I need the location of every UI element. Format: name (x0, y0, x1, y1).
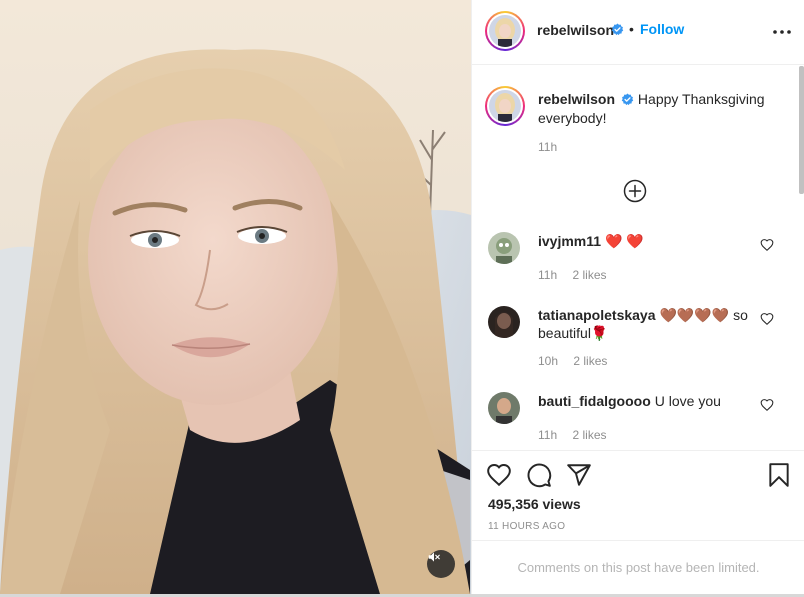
comment-text-block: tatianapoletskaya 🤎🤎🤎🤎 so beautiful🌹 (538, 306, 753, 342)
share-send-icon[interactable] (566, 462, 592, 488)
comment-likes[interactable]: 2 likes (572, 268, 606, 282)
like-heart-icon[interactable] (486, 462, 512, 488)
comment-time[interactable]: 10h (538, 354, 558, 368)
caption-time[interactable]: 11h (538, 140, 557, 154)
caption-username[interactable]: rebelwilson (538, 91, 615, 107)
commenter-username[interactable]: ivyjmm11 (538, 233, 601, 249)
save-bookmark-icon[interactable] (766, 462, 792, 488)
load-more-comments-icon[interactable] (623, 179, 647, 203)
verified-badge-icon (621, 93, 634, 106)
avatar-image (488, 306, 520, 338)
comment-bubble-icon[interactable] (526, 462, 552, 488)
comment-item: bauti_fidalgoooo U love you 11h 2 likes (472, 392, 804, 450)
comment-text-block: bauti_fidalgoooo U love you (538, 392, 753, 410)
avatar-image (489, 90, 521, 122)
post-actions: 495,356 views 11 HOURS AGO (472, 450, 804, 540)
speaker-muted-icon (428, 552, 440, 562)
comments-limited-text: Comments on this post have been limited. (517, 560, 760, 575)
post-details-panel: rebelwilson • Follow rebelwilson Happy T… (471, 0, 804, 594)
commenter-avatar[interactable] (488, 232, 520, 264)
video-frame (0, 0, 471, 594)
follow-button[interactable]: Follow (640, 21, 684, 37)
view-count[interactable]: 495,356 views (488, 496, 581, 512)
comment-time[interactable]: 11h (538, 428, 557, 442)
commenter-username[interactable]: bauti_fidalgoooo (538, 393, 651, 409)
commenter-avatar[interactable] (488, 392, 520, 424)
comment-meta: 11h 2 likes (538, 268, 619, 282)
comment-likes[interactable]: 2 likes (573, 354, 607, 368)
comment-text-block: ivyjmm11 ❤️ ❤️ (538, 232, 753, 250)
author-username[interactable]: rebelwilson (537, 22, 614, 38)
separator-dot: • (629, 21, 634, 37)
mute-button[interactable] (427, 550, 455, 578)
caption-text-block: rebelwilson Happy Thanksgiving everybody… (538, 90, 778, 128)
avatar-image (489, 15, 521, 47)
comment-time[interactable]: 11h (538, 268, 557, 282)
comments-section[interactable]: rebelwilson Happy Thanksgiving everybody… (472, 66, 804, 450)
comment-meta: 10h 2 likes (538, 354, 619, 368)
comment-text: U love you (654, 393, 721, 409)
heart-icon[interactable] (760, 398, 774, 412)
heart-icon[interactable] (760, 312, 774, 326)
author-avatar[interactable] (485, 11, 525, 51)
comment-item: ivyjmm11 ❤️ ❤️ 11h 2 likes (472, 232, 804, 302)
heart-icon[interactable] (760, 238, 774, 252)
post-timestamp[interactable]: 11 HOURS AGO (488, 521, 565, 532)
comment-likes[interactable]: 2 likes (572, 428, 606, 442)
comments-scrollbar[interactable] (799, 66, 804, 194)
more-options-icon[interactable] (770, 22, 794, 42)
comment-item: tatianapoletskaya 🤎🤎🤎🤎 so beautiful🌹 10h … (472, 306, 804, 376)
post-header: rebelwilson • Follow (472, 0, 804, 65)
commenter-username[interactable]: tatianapoletskaya (538, 307, 656, 323)
commenter-avatar[interactable] (488, 306, 520, 338)
verified-badge-icon (611, 23, 624, 36)
post-video[interactable] (0, 0, 471, 594)
avatar-image (488, 392, 520, 424)
comment-text: ❤️ ❤️ (605, 233, 644, 249)
comments-limited-notice: Comments on this post have been limited. (472, 540, 804, 594)
comment-meta: 11h 2 likes (538, 428, 619, 442)
avatar-image (488, 232, 520, 264)
caption-avatar[interactable] (485, 86, 525, 126)
